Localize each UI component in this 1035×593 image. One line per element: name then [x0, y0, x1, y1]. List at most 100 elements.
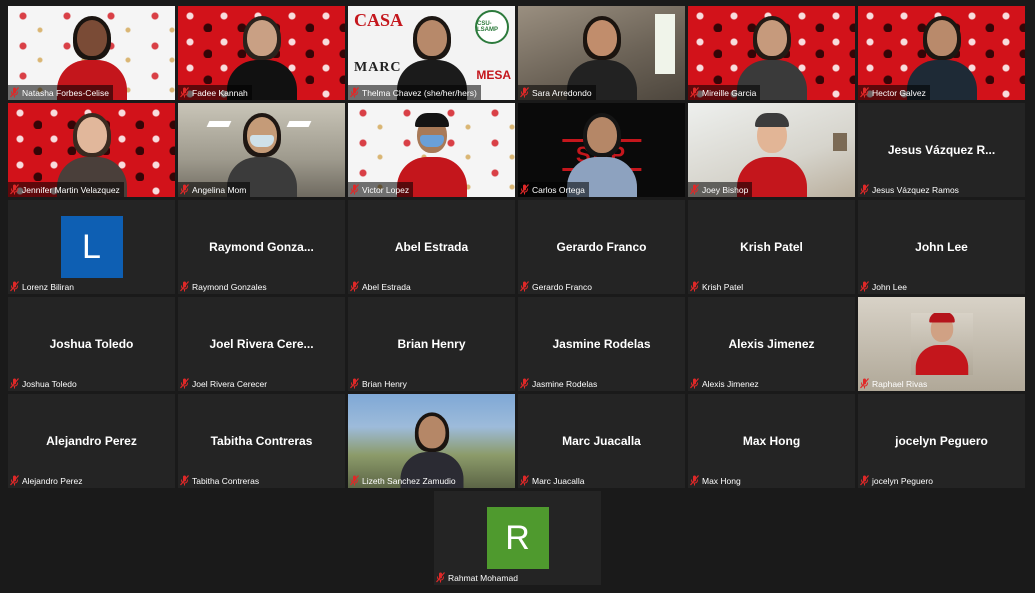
participant-tile[interactable]: SHPCarlos Ortega [518, 103, 685, 197]
participant-name: Raymond Gonzales [192, 281, 267, 292]
participant-name: Gerardo Franco [532, 281, 592, 292]
participant-name-label: Brian Henry [348, 376, 411, 391]
participant-display-name: Tabitha Contreras [210, 434, 313, 448]
muted-mic-icon [860, 87, 869, 98]
marc-logo: MARC [354, 60, 402, 75]
muted-mic-icon [860, 475, 869, 486]
muted-mic-icon [10, 87, 19, 98]
participant-tile[interactable]: Lizeth Sanchez Zamudio [348, 394, 515, 488]
participant-name: Hector Galvez [872, 87, 926, 98]
participant-name: Rahmat Mohamad [448, 572, 518, 583]
participant-tile[interactable]: Sara Arredondo [518, 6, 685, 100]
participant-name-label: Joey Bishop [688, 182, 753, 197]
muted-mic-icon [690, 87, 699, 98]
participant-name: Joshua Toledo [22, 378, 77, 389]
participant-tile[interactable]: R Rahmat Mohamad [434, 491, 601, 585]
participant-tile[interactable]: Hector Galvez [858, 6, 1025, 100]
participant-name: Tabitha Contreras [192, 475, 260, 486]
participant-display-name: Alexis Jimenez [728, 337, 815, 351]
muted-mic-icon [180, 475, 189, 486]
participant-name: Natasha Forbes-Celise [22, 87, 109, 98]
wall-frame [833, 133, 847, 151]
participant-tile[interactable]: Angelina Mom [178, 103, 345, 197]
muted-mic-icon [350, 87, 359, 98]
participant-name: Joey Bishop [702, 184, 749, 195]
participant-tile[interactable]: Krish Patel Krish Patel [688, 200, 855, 294]
participant-name-label: Gerardo Franco [518, 279, 596, 294]
muted-mic-icon [520, 475, 529, 486]
muted-mic-icon [520, 378, 529, 389]
muted-mic-icon [350, 475, 359, 486]
participant-tile[interactable]: Joshua Toledo Joshua Toledo [8, 297, 175, 391]
muted-mic-icon [10, 281, 19, 292]
participant-tile[interactable]: Max Hong Max Hong [688, 394, 855, 488]
muted-mic-icon [520, 281, 529, 292]
muted-mic-icon [436, 572, 445, 583]
muted-mic-icon [180, 281, 189, 292]
profile-picture [910, 313, 973, 375]
participant-tile[interactable]: Jasmine Rodelas Jasmine Rodelas [518, 297, 685, 391]
participant-tile[interactable]: Alejandro Perez Alejandro Perez [8, 394, 175, 488]
participant-name-label: Natasha Forbes-Celise [8, 85, 113, 100]
participant-tile[interactable]: Jennifer Martin Velazquez [8, 103, 175, 197]
participant-name: Jasmine Rodelas [532, 378, 598, 389]
participant-tile[interactable]: jocelyn Peguero jocelyn Peguero [858, 394, 1025, 488]
participant-name: Lorenz Biliran [22, 281, 74, 292]
participant-name: Sara Arredondo [532, 87, 592, 98]
participant-name: Alejandro Perez [22, 475, 83, 486]
participant-name-label: Thelma Chavez (she/her/hers) [348, 85, 481, 100]
participant-display-name: Abel Estrada [394, 240, 469, 254]
muted-mic-icon [10, 378, 19, 389]
participant-name-label: Abel Estrada [348, 279, 415, 294]
participant-display-name: Krish Patel [740, 240, 803, 254]
participant-name-label: Lorenz Biliran [8, 279, 78, 294]
participant-tile[interactable]: Brian Henry Brian Henry [348, 297, 515, 391]
participant-tile[interactable]: Joel Rivera Cere... Joel Rivera Cerecer [178, 297, 345, 391]
participant-name-label: John Lee [858, 279, 911, 294]
participant-tile[interactable]: Tabitha Contreras Tabitha Contreras [178, 394, 345, 488]
participant-name-label: Joshua Toledo [8, 376, 81, 391]
participant-tile[interactable]: Jesus Vázquez R... Jesus Vázquez Ramos [858, 103, 1025, 197]
muted-mic-icon [180, 378, 189, 389]
window-decor [655, 14, 675, 74]
participant-tile[interactable]: CASA MARC MESA CSU-LSAMP Thelma Chavez (she/… [348, 6, 515, 100]
participant-name-label: jocelyn Peguero [858, 473, 937, 488]
participant-tile[interactable]: Fadee Kannah [178, 6, 345, 100]
participant-display-name: Max Hong [742, 434, 801, 448]
muted-mic-icon [520, 87, 529, 98]
participant-name-label: Alexis Jimenez [688, 376, 763, 391]
participant-name-label: Max Hong [688, 473, 745, 488]
participant-tile[interactable]: L Lorenz Biliran [8, 200, 175, 294]
participant-name: Carlos Ortega [532, 184, 585, 195]
video-gallery: Natasha Forbes-Celise Fadee Kannah CASA MAR… [0, 0, 1035, 593]
participant-tile[interactable]: Abel Estrada Abel Estrada [348, 200, 515, 294]
participant-name-label: Jesus Vázquez Ramos [858, 182, 963, 197]
participant-tile[interactable]: Raymond Gonza... Raymond Gonzales [178, 200, 345, 294]
participant-name: Brian Henry [362, 378, 407, 389]
participant-tile[interactable]: Marc Juacalla Marc Juacalla [518, 394, 685, 488]
muted-mic-icon [10, 475, 19, 486]
participant-display-name: Jesus Vázquez R... [887, 143, 996, 157]
participant-name-label: Jennifer Martin Velazquez [8, 182, 124, 197]
muted-mic-icon [690, 184, 699, 195]
participant-tile[interactable]: John Lee John Lee [858, 200, 1025, 294]
participant-name-label: Rahmat Mohamad [434, 570, 522, 585]
participant-tile[interactable]: Mireille Garcia [688, 6, 855, 100]
avatar-initial: R [486, 507, 549, 569]
participant-name: Max Hong [702, 475, 741, 486]
participant-display-name: Joel Rivera Cere... [209, 337, 314, 351]
participant-name-label: Mireille Garcia [688, 85, 761, 100]
participant-tile[interactable]: Joey Bishop [688, 103, 855, 197]
participant-name: Raphael Rivas [872, 378, 928, 389]
participant-name-label: Raphael Rivas [858, 376, 931, 391]
participant-name-label: Tabitha Contreras [178, 473, 263, 488]
participant-tile[interactable]: Raphael Rivas [858, 297, 1025, 391]
participant-tile[interactable]: Gerardo Franco Gerardo Franco [518, 200, 685, 294]
participant-tile[interactable]: Alexis Jimenez Alexis Jimenez [688, 297, 855, 391]
participant-name: Jesus Vázquez Ramos [872, 184, 959, 195]
participant-name-label: Victor Lopez [348, 182, 414, 197]
participant-name-label: Joel Rivera Cerecer [178, 376, 271, 391]
participant-tile[interactable]: Victor Lopez [348, 103, 515, 197]
participant-name-label: Hector Galvez [858, 85, 930, 100]
participant-tile[interactable]: Natasha Forbes-Celise [8, 6, 175, 100]
